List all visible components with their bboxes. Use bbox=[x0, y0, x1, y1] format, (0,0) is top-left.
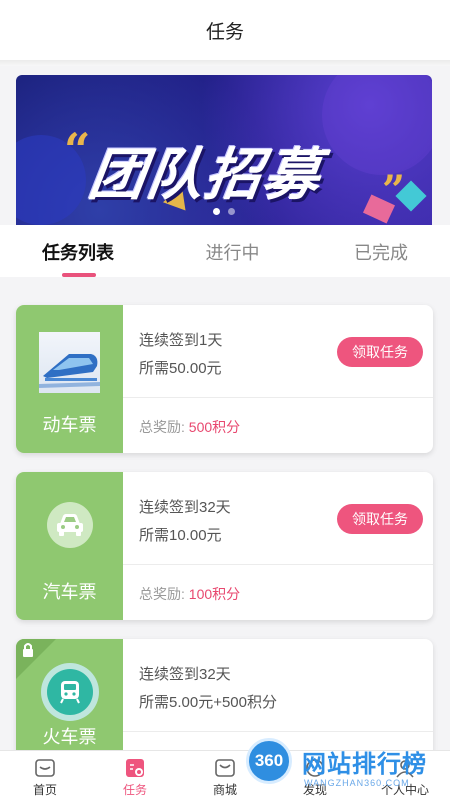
task-icon bbox=[126, 759, 144, 777]
tab-task-list[interactable]: 任务列表 bbox=[0, 225, 160, 277]
task-card: 动车票 连续签到1天 所需50.00元 领取任务 总奖励: 500积分 bbox=[16, 305, 433, 453]
mall-icon bbox=[215, 759, 235, 777]
page-title: 任务 bbox=[205, 21, 244, 43]
reward-value: 100积分 bbox=[188, 586, 241, 602]
tab-label: 已完成 bbox=[354, 243, 408, 263]
banner-headline: 团队招募 bbox=[85, 143, 326, 206]
watermark-logo: 360 bbox=[246, 738, 292, 784]
task-card-body: 连续签到1天 所需50.00元 领取任务 总奖励: 500积分 bbox=[123, 305, 433, 453]
task-condition: 连续签到32天 bbox=[139, 499, 231, 516]
carousel-dots bbox=[16, 208, 432, 215]
tabbar-label: 商城 bbox=[212, 783, 237, 797]
tabbar-label: 首页 bbox=[32, 783, 57, 797]
divider bbox=[123, 731, 433, 732]
bullet-train-image bbox=[39, 332, 100, 393]
tab-in-progress[interactable]: 进行中 bbox=[160, 225, 305, 277]
task-cost: 所需50.00元 bbox=[139, 360, 222, 377]
task-card-body: 连续签到32天 所需10.00元 领取任务 总奖励: 100积分 bbox=[123, 472, 433, 620]
divider bbox=[123, 397, 433, 398]
task-reward: 总奖励: 500积分 bbox=[139, 417, 240, 437]
reward-value: 500积分 bbox=[188, 419, 241, 435]
task-tabs: 任务列表 进行中 已完成 bbox=[0, 225, 450, 277]
lock-icon bbox=[16, 639, 56, 679]
tab-label: 任务列表 bbox=[42, 243, 114, 263]
car-icon bbox=[46, 502, 93, 548]
header-divider bbox=[0, 60, 450, 66]
task-card-badge: 动车票 bbox=[16, 305, 123, 453]
tabbar-item-task[interactable]: 任务 bbox=[90, 751, 180, 800]
claim-task-button[interactable]: 领取任务 bbox=[337, 504, 423, 534]
task-card-badge: 汽车票 bbox=[16, 472, 123, 620]
banner-quote-open: “ bbox=[64, 123, 91, 177]
active-tab-indicator bbox=[62, 273, 96, 277]
reward-label: 总奖励: bbox=[139, 586, 185, 602]
header: 任务 bbox=[0, 0, 450, 60]
task-name: 汽车票 bbox=[42, 582, 97, 602]
task-condition: 连续签到32天 bbox=[139, 666, 231, 683]
banner-carousel[interactable]: “ 团队招募 ” bbox=[16, 75, 432, 225]
carousel-dot[interactable] bbox=[228, 208, 235, 215]
watermark-text: 网站排行榜 bbox=[302, 751, 427, 778]
tab-label: 进行中 bbox=[205, 243, 260, 263]
carousel-dot[interactable] bbox=[213, 208, 220, 215]
divider bbox=[123, 564, 433, 565]
task-cost: 所需10.00元 bbox=[139, 527, 222, 544]
task-cost: 所需5.00元+500积分 bbox=[139, 694, 277, 711]
claim-task-button[interactable]: 领取任务 bbox=[337, 337, 423, 367]
task-reward: 总奖励: 100积分 bbox=[139, 584, 240, 604]
home-icon bbox=[35, 759, 55, 777]
task-card: 汽车票 连续签到32天 所需10.00元 领取任务 总奖励: 100积分 bbox=[16, 472, 433, 620]
reward-label: 总奖励: bbox=[139, 419, 185, 435]
site-watermark: 360 网站排行榜 WANGZHAN360.COM bbox=[246, 738, 446, 800]
tab-completed[interactable]: 已完成 bbox=[305, 225, 450, 277]
tabbar-item-home[interactable]: 首页 bbox=[0, 751, 90, 800]
banner-quote-close: ” bbox=[382, 167, 406, 214]
task-condition: 连续签到1天 bbox=[139, 332, 223, 349]
task-name: 火车票 bbox=[42, 727, 97, 747]
train-icon bbox=[46, 669, 93, 715]
tabbar-label: 任务 bbox=[122, 783, 147, 797]
banner-decoration bbox=[322, 75, 432, 175]
task-name: 动车票 bbox=[42, 415, 97, 435]
watermark-subtext: WANGZHAN360.COM bbox=[304, 778, 410, 788]
